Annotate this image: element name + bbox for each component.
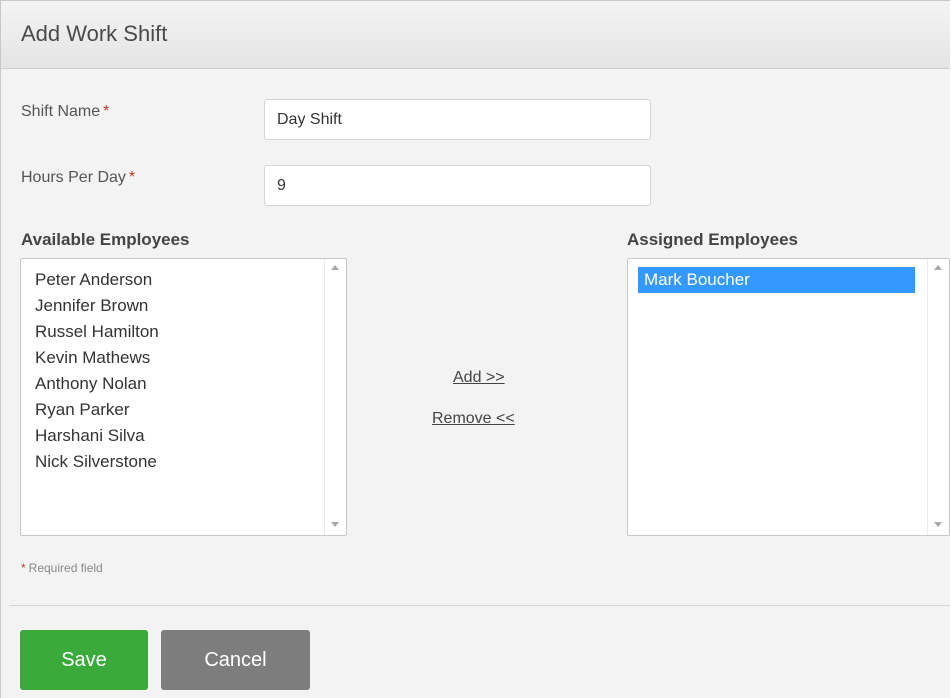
assigned-employees-listbox[interactable]: Mark Boucher [627,258,950,536]
list-item[interactable]: Nick Silverstone [29,449,320,475]
list-item[interactable]: Russel Hamilton [29,319,320,345]
available-employees-scrollbar[interactable] [324,259,346,535]
scroll-up-arrow-icon[interactable] [331,265,339,270]
list-item[interactable]: Kevin Mathews [29,345,320,371]
required-marker: * [21,561,26,575]
shift-name-label-text: Shift Name [21,103,101,120]
scroll-up-arrow-icon[interactable] [934,265,942,270]
remove-employee-link[interactable]: Remove << [432,410,515,428]
save-button[interactable]: Save [20,630,148,690]
required-marker: * [103,103,110,120]
required-field-note: * Required field [21,561,103,575]
dialog-title: Add Work Shift [21,21,168,46]
dialog-header: Add Work Shift [1,1,950,69]
available-employees-listbox[interactable]: Peter Anderson Jennifer Brown Russel Ham… [20,258,347,536]
list-item[interactable]: Jennifer Brown [29,293,320,319]
hours-per-day-input[interactable] [264,165,651,206]
list-item[interactable]: Peter Anderson [29,267,320,293]
hours-per-day-label: Hours Per Day * [21,168,135,188]
list-item[interactable]: Mark Boucher [638,267,915,293]
hours-per-day-label-text: Hours Per Day [21,169,126,186]
cancel-button[interactable]: Cancel [161,630,310,690]
list-item[interactable]: Anthony Nolan [29,371,320,397]
shift-name-input[interactable] [264,99,651,140]
available-employees-items: Peter Anderson Jennifer Brown Russel Ham… [29,267,320,475]
available-employees-label: Available Employees [21,230,190,249]
assigned-employees-label: Assigned Employees [627,230,799,249]
assigned-employees-items: Mark Boucher [638,267,915,293]
required-marker: * [128,169,136,186]
scroll-down-arrow-icon[interactable] [331,522,339,527]
assigned-employees-scrollbar[interactable] [927,259,949,535]
add-work-shift-dialog: Add Work Shift Shift Name* Hours Per Day… [0,0,950,698]
footer-divider [9,605,950,606]
shift-name-label: Shift Name * [21,102,109,122]
add-employee-link[interactable]: Add >> [453,369,505,387]
scroll-down-arrow-icon[interactable] [934,522,942,527]
list-item[interactable]: Ryan Parker [29,397,320,423]
required-field-text: Required field [28,561,103,575]
list-item[interactable]: Harshani Silva [29,423,320,449]
